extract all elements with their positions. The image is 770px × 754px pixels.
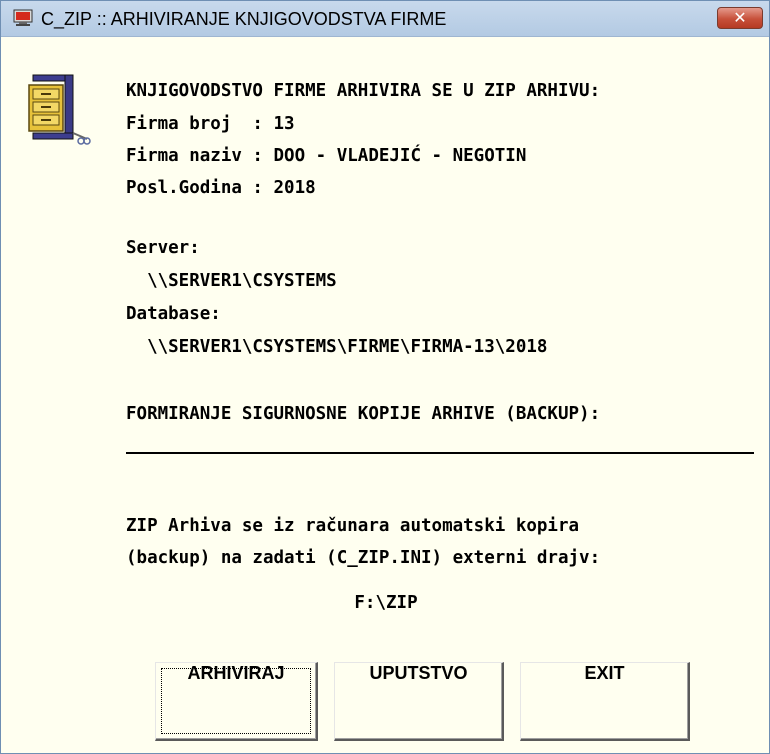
exit-button[interactable]: EXIT (520, 662, 690, 741)
close-button[interactable]: ✕ (717, 7, 763, 29)
database-path: \\SERVER1\CSYSTEMS\FIRME\FIRMA-13\2018 (126, 337, 548, 357)
title-bar[interactable]: C_ZIP :: ARHIVIRANJE KNJIGOVODSTVA FIRME… (1, 1, 769, 37)
archive-heading: KNJIGOVODSTVO FIRME ARHIVIRA SE U ZIP AR… (126, 81, 601, 101)
backup-heading: FORMIRANJE SIGURNOSNE KOPIJE ARHIVE (BAC… (126, 404, 601, 424)
firma-naziv: Firma naziv : DOO - VLADEJIĆ - NEGOTIN (126, 146, 527, 166)
window-title: C_ZIP :: ARHIVIRANJE KNJIGOVODSTVA FIRME (41, 9, 447, 29)
archive-button[interactable]: ARHIVIRAJ (155, 662, 318, 741)
dialog-window: C_ZIP :: ARHIVIRANJE KNJIGOVODSTVA FIRME… (0, 0, 770, 754)
help-button-label: UPUTSTVO (369, 663, 468, 683)
archive-button-label: ARHIVIRAJ (187, 663, 285, 683)
server-label: Server: (126, 238, 200, 258)
firma-broj: Firma broj : 13 (126, 114, 295, 134)
database-label: Database: (126, 304, 221, 324)
exit-button-label: EXIT (584, 663, 625, 683)
backup-info-line2: (backup) na zadati (C_ZIP.INI) externi d… (126, 548, 601, 568)
help-button[interactable]: UPUTSTVO (334, 662, 504, 741)
server-path: \\SERVER1\CSYSTEMS (126, 271, 337, 291)
posl-godina: Posl.Godina : 2018 (126, 178, 316, 198)
backup-info-line1: ZIP Arhiva se iz računara automatski kop… (126, 516, 580, 536)
winzip-vice-icon (28, 74, 91, 145)
computer-monitor-icon (13, 9, 33, 26)
backup-drive-path: F:\ZIP (354, 593, 418, 613)
divider (126, 452, 754, 454)
close-icon: ✕ (733, 8, 747, 27)
